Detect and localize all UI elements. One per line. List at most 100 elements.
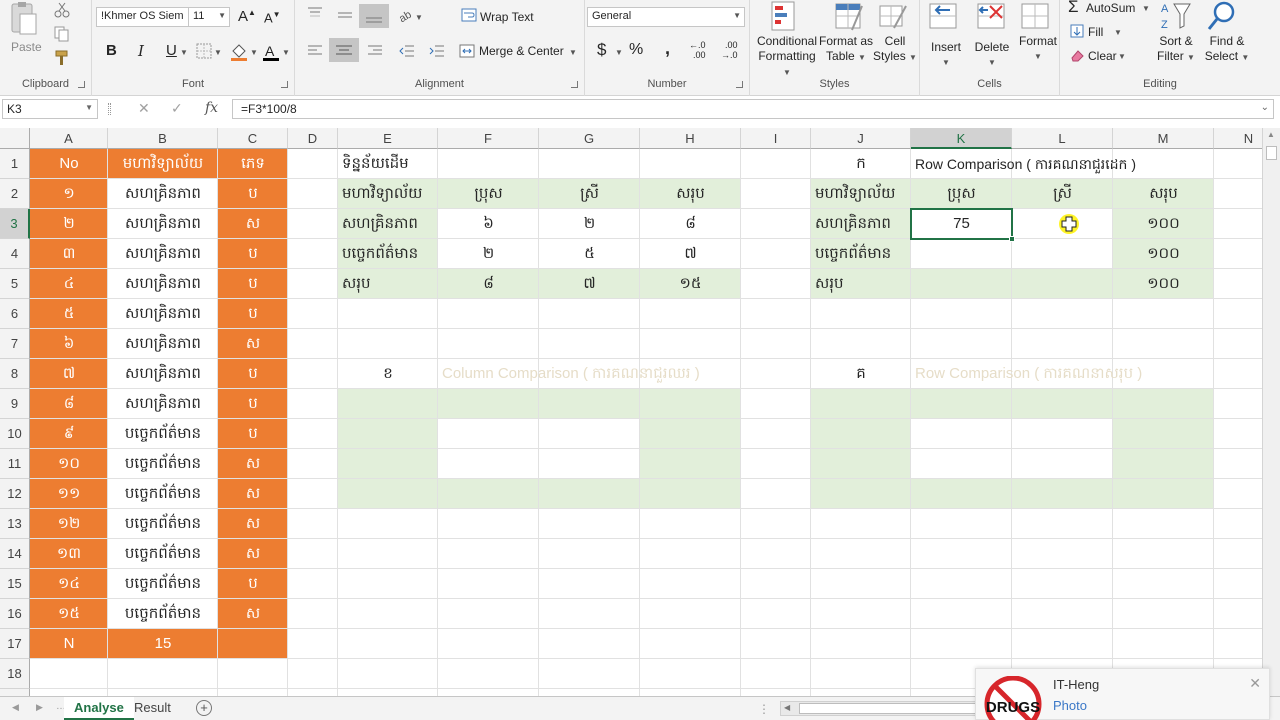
cell-c13[interactable]: ស: [218, 509, 288, 539]
cell-c10[interactable]: ប: [218, 419, 288, 449]
row-header-1[interactable]: 1: [0, 149, 30, 179]
expand-formula-icon[interactable]: ⌄: [1261, 102, 1269, 113]
cell-f3[interactable]: ៦: [438, 209, 539, 239]
row-header-14[interactable]: 14: [0, 539, 30, 569]
cell-b11[interactable]: បច្ចេកព័ត៌មាន: [108, 449, 218, 479]
clear-button[interactable]: Clear: [1088, 49, 1117, 63]
worksheet-grid[interactable]: ABCDEFGHIJKLMN 1 2 3 4 5 6 7 8 9 10 11 12 13 14 15 16 17…: [0, 128, 1262, 696]
row-header-13[interactable]: 13: [0, 509, 30, 539]
cell-c8[interactable]: ប: [218, 359, 288, 389]
font-color-dropdown-icon[interactable]: ▼: [282, 48, 290, 57]
cell-c14[interactable]: ស: [218, 539, 288, 569]
row-header-7[interactable]: 7: [0, 329, 30, 359]
font-size-combo[interactable]: 11 ▼: [188, 7, 230, 27]
row-header-9[interactable]: 9: [0, 389, 30, 419]
row-header-19[interactable]: 19: [0, 689, 30, 696]
autosum-icon[interactable]: Σ: [1068, 0, 1079, 17]
fill-color-icon[interactable]: [230, 42, 248, 65]
cell-m3[interactable]: ១០០: [1113, 209, 1214, 239]
scroll-up-icon[interactable]: ▲: [1267, 130, 1275, 139]
column-header-f[interactable]: F: [438, 128, 539, 149]
cell-b5[interactable]: សហគ្រិនភាព: [108, 269, 218, 299]
cell-b13[interactable]: បច្ចេកព័ត៌មាន: [108, 509, 218, 539]
cell-e5[interactable]: សរុប: [338, 269, 438, 299]
cell-b7[interactable]: សហគ្រិនភាព: [108, 329, 218, 359]
cell-b4[interactable]: សហគ្រិនភាព: [108, 239, 218, 269]
cell-a3[interactable]: ២: [30, 209, 108, 239]
wrap-text-icon[interactable]: [461, 8, 477, 25]
column-header-j[interactable]: J: [811, 128, 911, 149]
cell-a14[interactable]: ១៣: [30, 539, 108, 569]
merge-center-dropdown-icon[interactable]: ▼: [569, 48, 577, 57]
fill-handle[interactable]: [1009, 236, 1015, 242]
merge-center-button[interactable]: Merge & Center: [479, 44, 564, 58]
cell-b1[interactable]: មហាវិទ្យាល័យ: [108, 149, 218, 179]
cell-b6[interactable]: សហគ្រិនភាព: [108, 299, 218, 329]
cell-a8[interactable]: ៧: [30, 359, 108, 389]
cell-c1[interactable]: ភេទ: [218, 149, 288, 179]
paste-icon[interactable]: [8, 2, 38, 36]
cell-g5[interactable]: ៧: [539, 269, 640, 299]
column-header-a[interactable]: A: [30, 128, 108, 149]
column-header-g[interactable]: G: [539, 128, 640, 149]
cell-h3[interactable]: ៨: [640, 209, 741, 239]
align-center-icon[interactable]: [329, 38, 359, 62]
clear-dropdown-icon[interactable]: ▼: [1118, 52, 1126, 61]
cell-a9[interactable]: ៨: [30, 389, 108, 419]
decrease-decimal-button[interactable]: .00 →.0: [721, 40, 738, 60]
row-header-2[interactable]: 2: [0, 179, 30, 209]
cell-c11[interactable]: ស: [218, 449, 288, 479]
cell-a10[interactable]: ៩: [30, 419, 108, 449]
increase-indent-icon[interactable]: [429, 44, 445, 61]
cell-l2[interactable]: ស្រី: [1012, 179, 1113, 209]
autosum-dropdown-icon[interactable]: ▼: [1142, 4, 1150, 13]
decrease-indent-icon[interactable]: [399, 44, 415, 61]
cell-b16[interactable]: បច្ចេកព័ត៌មាន: [108, 599, 218, 629]
clear-icon[interactable]: [1070, 48, 1084, 65]
cell-e4[interactable]: បច្ចេកព័ត៌មាន: [338, 239, 438, 269]
cell-a7[interactable]: ៦: [30, 329, 108, 359]
comma-button[interactable]: ,: [665, 38, 670, 59]
cell-c16[interactable]: ស: [218, 599, 288, 629]
cell-b10[interactable]: បច្ចេកព័ត៌មាន: [108, 419, 218, 449]
cell-b8[interactable]: សហគ្រិនភាព: [108, 359, 218, 389]
cell-j8[interactable]: គ: [811, 359, 911, 389]
cell-m2[interactable]: សរុប: [1113, 179, 1214, 209]
paste-button[interactable]: Paste: [11, 40, 42, 54]
delete-icon[interactable]: [976, 2, 1008, 35]
tab-split-handle[interactable]: ⋮: [758, 702, 770, 716]
cut-icon[interactable]: [54, 2, 70, 21]
insert-button[interactable]: Insert ▼: [924, 40, 968, 70]
cell-b12[interactable]: បច្ចេកព័ត៌មាន: [108, 479, 218, 509]
decrease-font-icon[interactable]: A▼: [264, 10, 281, 25]
insert-icon[interactable]: [928, 2, 960, 35]
cell-c9[interactable]: ប: [218, 389, 288, 419]
row-header-4[interactable]: 4: [0, 239, 30, 269]
row-header-16[interactable]: 16: [0, 599, 30, 629]
currency-dropdown-icon[interactable]: ▼: [615, 48, 623, 57]
sort-filter-button[interactable]: Sort & Filter ▼: [1156, 34, 1196, 65]
cell-j2[interactable]: មហាវិទ្យាល័យ: [811, 179, 911, 209]
cell-f5[interactable]: ៨: [438, 269, 539, 299]
column-header-k[interactable]: K: [911, 128, 1012, 149]
row-header-5[interactable]: 5: [0, 269, 30, 299]
orientation-icon[interactable]: ab ▼: [397, 6, 423, 26]
alignment-launcher-icon[interactable]: [571, 81, 578, 88]
fill-dropdown-icon[interactable]: ▼: [1114, 28, 1122, 37]
copy-icon[interactable]: [54, 26, 70, 45]
cell-f4[interactable]: ២: [438, 239, 539, 269]
cell-m4[interactable]: ១០០: [1113, 239, 1214, 269]
column-header-d[interactable]: D: [288, 128, 338, 149]
cell-e2[interactable]: មហាវិទ្យាល័យ: [338, 179, 438, 209]
cell-c4[interactable]: ប: [218, 239, 288, 269]
cell-b9[interactable]: សហគ្រិនភាព: [108, 389, 218, 419]
close-icon[interactable]: ✕: [1249, 675, 1261, 692]
cell-c5[interactable]: ប: [218, 269, 288, 299]
borders-icon[interactable]: [196, 43, 212, 62]
bold-button[interactable]: B: [106, 42, 117, 59]
cell-b14[interactable]: បច្ចេកព័ត៌មាន: [108, 539, 218, 569]
vertical-scrollbar[interactable]: ▲: [1262, 128, 1280, 696]
format-button[interactable]: Format ▼: [1016, 34, 1060, 64]
italic-button[interactable]: I: [138, 42, 144, 60]
cell-c6[interactable]: ប: [218, 299, 288, 329]
